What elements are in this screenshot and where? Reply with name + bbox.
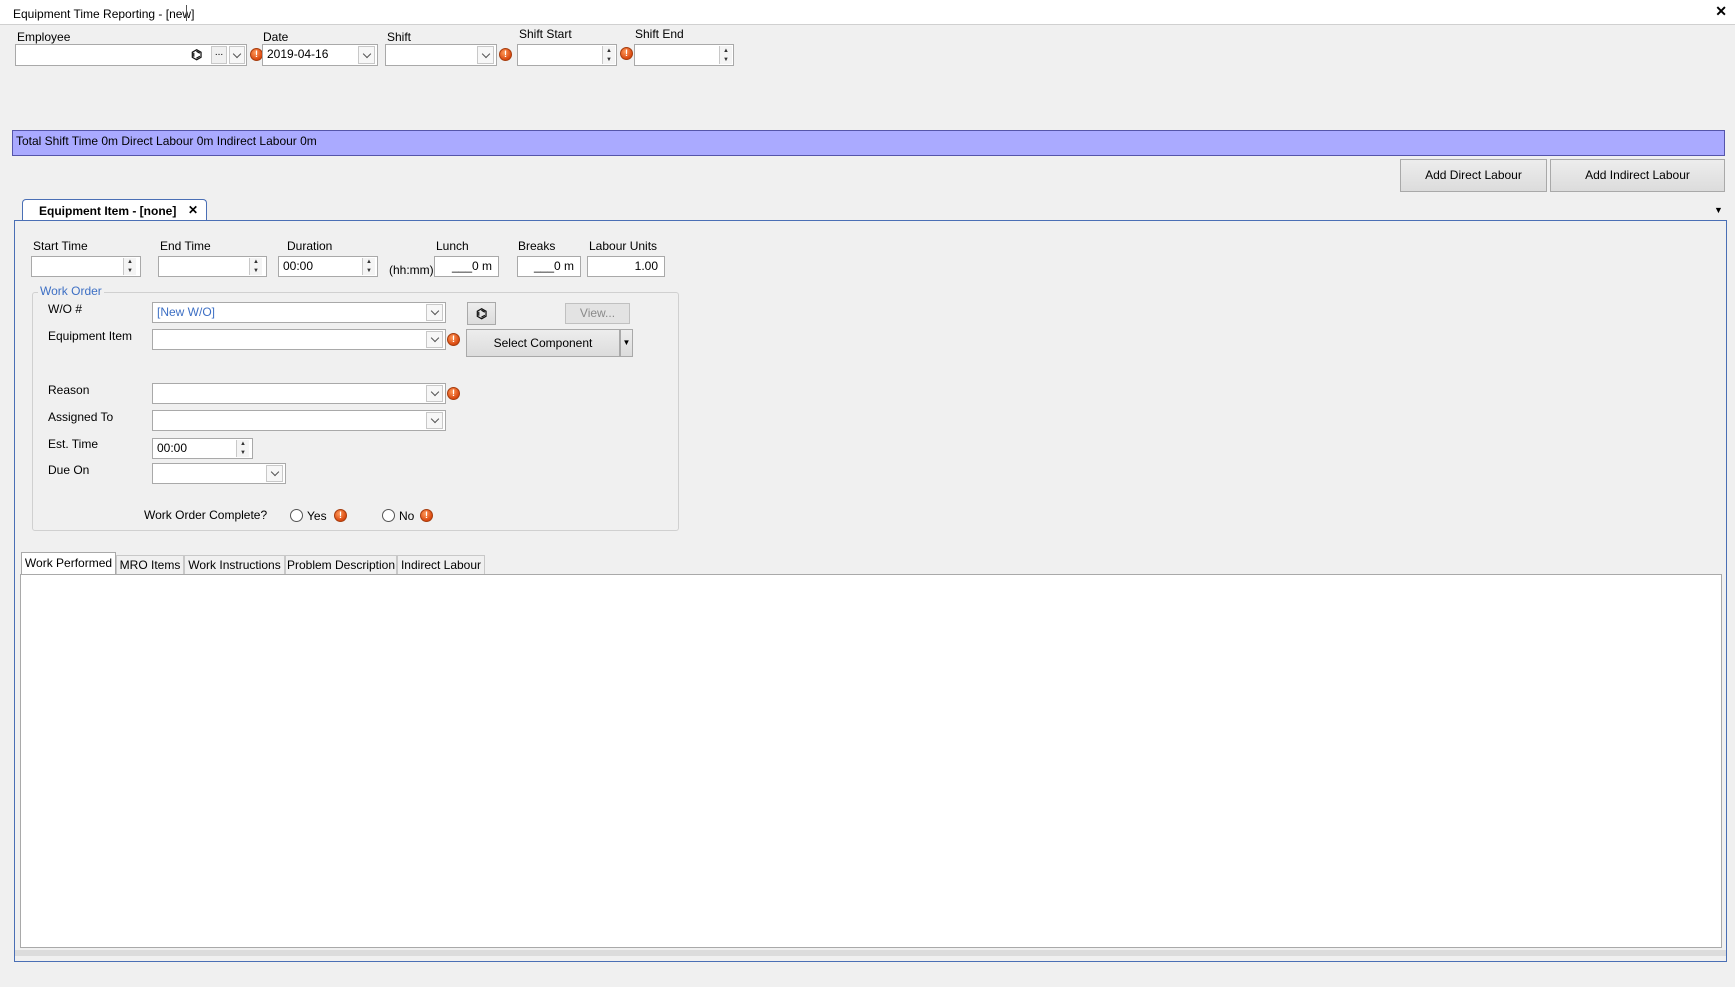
est-time-spinner[interactable]: ▲ ▼ (236, 440, 249, 457)
est-time-label: Est. Time (48, 437, 99, 451)
end-time-spinner[interactable]: ▲ ▼ (249, 258, 262, 275)
select-component-button[interactable]: Select Component (466, 329, 620, 357)
work-order-group-label: Work Order (38, 284, 104, 298)
employee-label: Employee (17, 30, 71, 44)
tab-mro-items[interactable]: MRO Items (116, 555, 184, 575)
shift-end-label: Shift End (635, 27, 684, 41)
lunch-label: Lunch (436, 239, 469, 253)
labour-units-label: Labour Units (589, 239, 658, 253)
duration-spinner[interactable]: ▲ ▼ (362, 258, 375, 275)
breaks-field[interactable]: ___0 m (517, 256, 581, 277)
equipment-item-tab[interactable]: Equipment Item - [none] ✕ (22, 199, 207, 222)
shift-start-label: Shift Start (519, 27, 572, 41)
date-label: Date (263, 30, 289, 44)
equipment-item-dropdown-button[interactable] (426, 331, 443, 348)
employee-ellipsis-button[interactable]: ... (211, 46, 227, 64)
chevron-down-icon (270, 467, 279, 477)
chevron-down-icon (430, 387, 439, 397)
lunch-field[interactable]: ___0 m (434, 256, 499, 277)
window-title: Equipment Time Reporting - [new] (13, 7, 195, 21)
complete-no-warning-icon: ! (420, 509, 433, 522)
duration-label: Duration (287, 239, 333, 253)
start-time-spinner[interactable]: ▲ ▼ (123, 258, 136, 275)
tab-work-performed[interactable]: Work Performed (21, 552, 116, 575)
add-indirect-labour-button[interactable]: Add Indirect Labour (1550, 159, 1725, 192)
employee-dropdown-button[interactable] (229, 46, 245, 64)
reason-warning-icon: ! (447, 387, 460, 400)
start-time-label: Start Time (33, 239, 88, 253)
binoculars-icon: ⌬ (476, 306, 488, 321)
panel-bottom-border (15, 950, 1726, 956)
equipment-item-tab-label: Equipment Item - [none] (39, 204, 177, 218)
date-dropdown-button[interactable] (358, 46, 375, 64)
view-button[interactable]: View... (565, 303, 630, 324)
close-window-icon[interactable]: ✕ (1715, 3, 1727, 20)
reason-field[interactable] (152, 383, 446, 404)
complete-yes-warning-icon: ! (334, 509, 347, 522)
reason-label: Reason (48, 383, 90, 397)
chevron-down-icon (430, 333, 439, 343)
assigned-to-field[interactable] (152, 410, 446, 431)
work-performed-content[interactable] (20, 574, 1722, 948)
summary-text: Total Shift Time 0m Direct Labour 0m Ind… (16, 134, 317, 148)
title-separator (186, 5, 187, 21)
tab-indirect-labour[interactable]: Indirect Labour (397, 555, 485, 575)
shift-dropdown-button[interactable] (477, 46, 494, 64)
title-bar: Equipment Time Reporting - [new] ✕ (0, 0, 1735, 25)
assigned-to-dropdown-button[interactable] (426, 412, 443, 429)
duration-unit-label: (hh:mm) (389, 263, 434, 277)
chevron-down-icon (481, 49, 490, 58)
chevron-down-icon (362, 49, 371, 58)
chevron-down-icon (430, 414, 439, 424)
shift-warning-icon: ! (499, 48, 512, 61)
wo-number-label: W/O # (48, 302, 83, 316)
labour-units-field[interactable]: 1.00 (587, 256, 665, 277)
shift-end-spinner[interactable]: ▲ ▼ (719, 46, 732, 64)
equipment-item-warning-icon: ! (447, 333, 460, 346)
assigned-to-label: Assigned To (48, 410, 114, 424)
wo-search-button[interactable]: ⌬ (467, 302, 496, 325)
complete-yes-radio[interactable] (290, 509, 303, 522)
shift-start-spinner[interactable]: ▲ ▼ (602, 46, 615, 64)
tab-problem-description[interactable]: Problem Description (285, 555, 397, 575)
wo-number-field[interactable]: [New W/O] (152, 302, 446, 323)
chevron-down-icon (232, 49, 242, 58)
add-direct-labour-button[interactable]: Add Direct Labour (1400, 159, 1547, 192)
close-tab-icon[interactable]: ✕ (188, 203, 198, 217)
work-order-complete-label: Work Order Complete? (144, 508, 268, 522)
binoculars-icon[interactable]: ⌬ (191, 48, 202, 61)
end-time-label: End Time (160, 239, 211, 253)
select-component-dropdown-button[interactable]: ▼ (620, 329, 633, 357)
equipment-item-label: Equipment Item (48, 329, 133, 343)
complete-no-label: No (399, 509, 415, 523)
shift-label: Shift (387, 30, 412, 44)
due-on-label: Due On (48, 463, 90, 477)
due-on-dropdown-button[interactable] (266, 465, 283, 482)
complete-no-radio[interactable] (382, 509, 395, 522)
wo-number-dropdown-button[interactable] (426, 304, 443, 321)
breaks-label: Breaks (518, 239, 556, 253)
equipment-item-field[interactable] (152, 329, 446, 350)
tab-list-dropdown-icon[interactable]: ▼ (1714, 205, 1723, 215)
summary-bar: Total Shift Time 0m Direct Labour 0m Ind… (12, 130, 1725, 156)
complete-yes-label: Yes (307, 509, 327, 523)
shift-start-warning-icon: ! (620, 47, 633, 60)
chevron-down-icon (430, 306, 439, 316)
reason-dropdown-button[interactable] (426, 385, 443, 402)
tab-work-instructions[interactable]: Work Instructions (184, 555, 285, 575)
